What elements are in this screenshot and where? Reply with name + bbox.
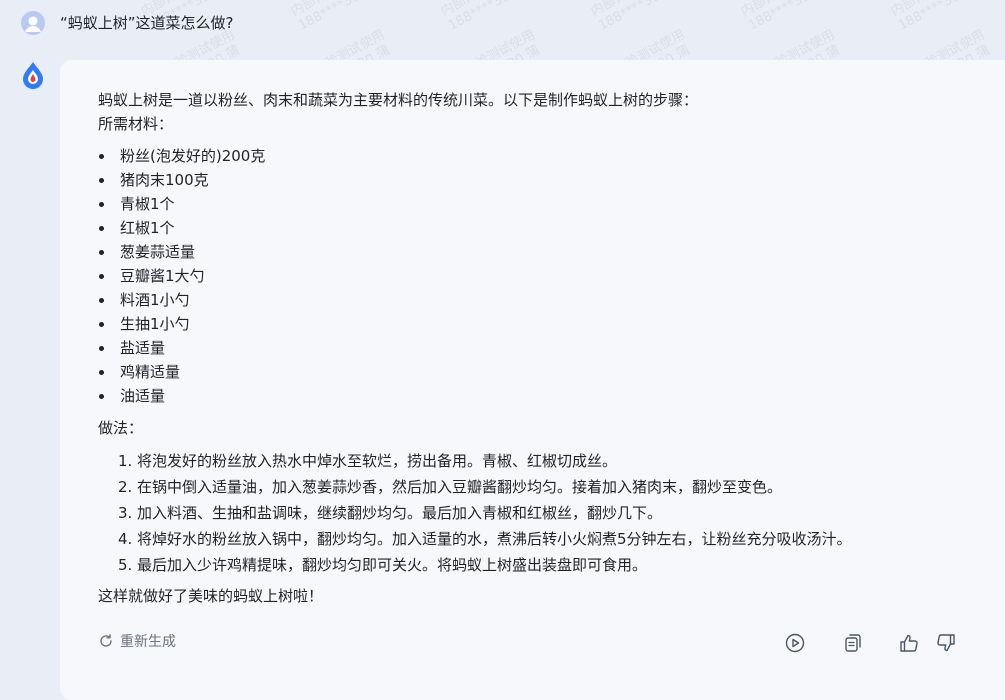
- ingredient-item: 豆瓣酱1大勺: [98, 264, 978, 288]
- user-avatar: [21, 11, 45, 35]
- play-icon: [785, 633, 805, 653]
- ingredients-title: 所需材料：: [98, 115, 174, 133]
- assistant-answer-card: 蚂蚁上树是一道以粉丝、肉末和蔬菜为主要材料的传统川菜。以下是制作蚂蚁上树的步骤：…: [60, 60, 1005, 700]
- ingredient-item: 青椒1个: [98, 192, 978, 216]
- copy-button[interactable]: [842, 632, 864, 654]
- assistant-logo-icon: [23, 62, 43, 89]
- thumbs-up-button[interactable]: [898, 632, 920, 654]
- play-audio-button[interactable]: [784, 632, 806, 654]
- assistant-avatar: [20, 61, 46, 89]
- user-message: “蚂蚁上树”这道菜怎么做?: [0, 0, 1005, 50]
- step-item: 1. 将泡发好的粉丝放入热水中焯水至软烂，捞出备用。青椒、红椒切成丝。: [118, 452, 618, 470]
- ingredient-item: 粉丝(泡发好的)200克: [98, 144, 978, 168]
- user-icon: [21, 11, 45, 35]
- step-item: 5. 最后加入少许鸡精提味，翻炒均匀即可关火。将蚂蚁上树盛出装盘即可食用。: [118, 556, 648, 574]
- steps-list: 1. 将泡发好的粉丝放入热水中焯水至软烂，捞出备用。青椒、红椒切成丝。 2. 在锅中…: [98, 448, 978, 578]
- regenerate-button[interactable]: 重新生成: [98, 631, 176, 651]
- refresh-icon: [100, 634, 112, 647]
- ingredient-item: 料酒1小勺: [98, 288, 978, 312]
- regenerate-label: 重新生成: [120, 634, 176, 650]
- ingredient-item: 鸡精适量: [98, 360, 978, 384]
- step-item: 2. 在锅中倒入适量油，加入葱姜蒜炒香，然后加入豆瓣酱翻炒均匀。接着加入猪肉末，翻…: [118, 478, 783, 496]
- method-title: 做法：: [98, 419, 144, 437]
- user-question-text: “蚂蚁上树”这道菜怎么做?: [60, 14, 234, 32]
- copy-icon: [845, 634, 861, 652]
- answer-body: 蚂蚁上树是一道以粉丝、肉末和蔬菜为主要材料的传统川菜。以下是制作蚂蚁上树的步骤：…: [98, 88, 978, 608]
- ingredient-item: 红椒1个: [98, 216, 978, 240]
- step-item: 3. 加入料酒、生抽和盐调味，继续翻炒均匀。最后加入青椒和红椒丝，翻炒几下。: [118, 504, 663, 522]
- ingredient-item: 葱姜蒜适量: [98, 240, 978, 264]
- thumbs-up-icon: [900, 634, 918, 652]
- thumbs-down-icon: [937, 634, 955, 652]
- answer-closing: 这样就做好了美味的蚂蚁上树啦！: [98, 587, 324, 605]
- ingredient-item: 生抽1小勺: [98, 312, 978, 336]
- step-item: 4. 将焯好水的粉丝放入锅中，翻炒均匀。加入适量的水，煮沸后转小火焖煮5分钟左右，…: [118, 530, 852, 548]
- answer-intro: 蚂蚁上树是一道以粉丝、肉末和蔬菜为主要材料的传统川菜。以下是制作蚂蚁上树的步骤：: [98, 91, 699, 109]
- ingredients-list: 粉丝(泡发好的)200克 猪肉末100克 青椒1个 红椒1个 葱姜蒜适量 豆瓣酱…: [98, 144, 978, 408]
- ingredient-item: 油适量: [98, 384, 978, 408]
- ingredient-item: 猪肉末100克: [98, 168, 978, 192]
- thumbs-down-button[interactable]: [935, 632, 957, 654]
- ingredient-item: 盐适量: [98, 336, 978, 360]
